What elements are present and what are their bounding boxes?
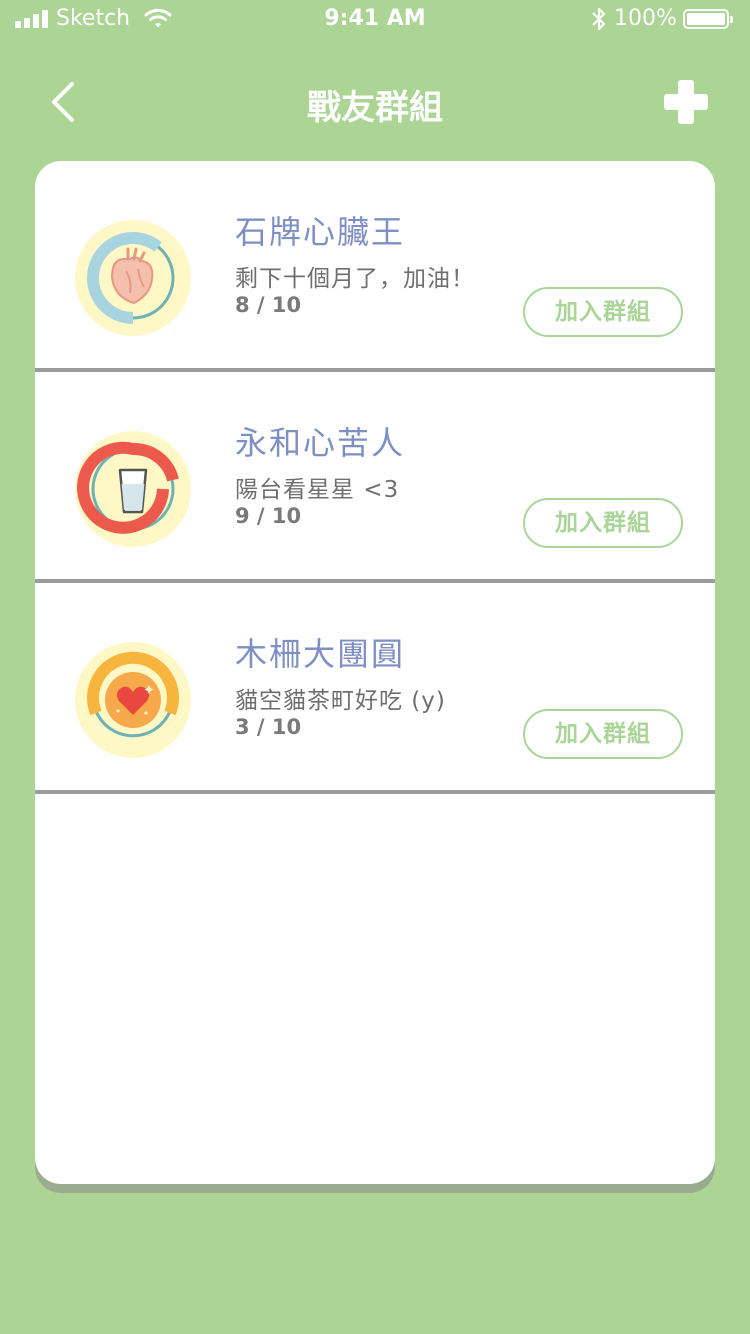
member-count: 8 / 10: [235, 293, 302, 317]
join-group-button[interactable]: 加入群組: [523, 287, 683, 337]
heart-medal-icon: [75, 642, 191, 758]
group-row: 永和心苦人 陽台看星星 <3 9 / 10 加入群組: [35, 372, 715, 583]
plus-icon[interactable]: [662, 80, 710, 124]
member-count: 3 / 10: [235, 715, 302, 739]
group-name: 石牌心臟王: [235, 213, 406, 251]
group-row: 木柵大團圓 貓空貓茶町好吃 (y) 3 / 10 加入群組: [35, 583, 715, 794]
group-list: 石牌心臟王 剩下十個月了，加油！ 8 / 10 加入群組 永和心苦人 陽台看星星…: [35, 161, 715, 794]
group-description: 陽台看星星 <3: [235, 477, 400, 503]
battery-percent: 100%: [614, 6, 677, 31]
navigation-bar: 戰友群組: [0, 60, 750, 140]
water-glass-icon: [75, 431, 191, 547]
status-bar: Sketch 9:41 AM 100%: [0, 0, 750, 40]
group-description: 剩下十個月了，加油！: [235, 266, 475, 292]
battery-icon: [683, 9, 733, 29]
member-count: 9 / 10: [235, 504, 302, 528]
group-name: 木柵大團圓: [235, 635, 406, 673]
join-group-button[interactable]: 加入群組: [523, 498, 683, 548]
heart-organ-icon: [75, 220, 191, 336]
join-group-button[interactable]: 加入群組: [523, 709, 683, 759]
group-row: 石牌心臟王 剩下十個月了，加油！ 8 / 10 加入群組: [35, 161, 715, 372]
group-description: 貓空貓茶町好吃 (y): [235, 688, 446, 714]
group-card: 石牌心臟王 剩下十個月了，加油！ 8 / 10 加入群組 永和心苦人 陽台看星星…: [35, 161, 715, 1184]
bluetooth-icon: [592, 7, 606, 31]
page-title: 戰友群組: [307, 88, 443, 128]
group-name: 永和心苦人: [235, 424, 406, 462]
